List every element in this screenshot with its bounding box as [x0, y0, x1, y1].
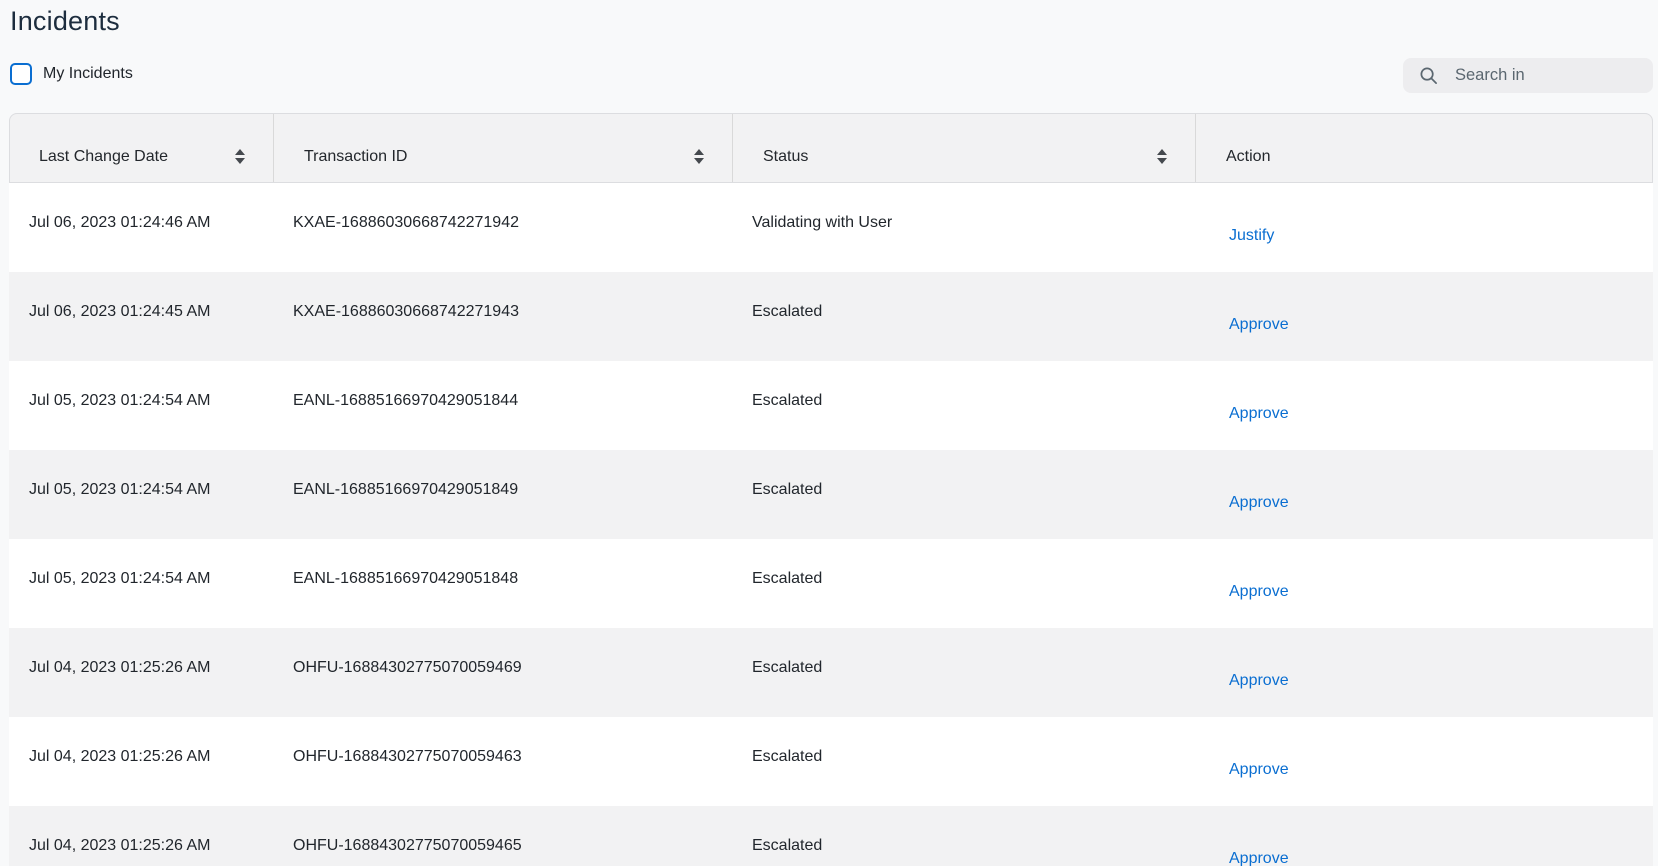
sort-icon [1157, 149, 1167, 164]
cell-transaction-id: EANL-16885166970429051848 [293, 570, 519, 587]
cell-status: Escalated [752, 659, 823, 676]
table-header: Last Change Date Transaction ID Status A… [9, 113, 1653, 183]
cell-transaction-id: OHFU-16884302775070059463 [293, 748, 522, 765]
table-row: Jul 06, 2023 01:24:46 AM KXAE-1688603066… [9, 183, 1653, 272]
table-row: Jul 05, 2023 01:24:54 AM EANL-1688516697… [9, 450, 1653, 539]
cell-last-change-date: Jul 06, 2023 01:24:46 AM [29, 214, 211, 231]
table-row: Jul 05, 2023 01:24:54 AM EANL-1688516697… [9, 361, 1653, 450]
cell-action: Approve [1195, 717, 1653, 806]
cell-status: Escalated [752, 392, 823, 409]
action-link[interactable]: Approve [1229, 850, 1289, 866]
cell-transaction-id: OHFU-16884302775070059465 [293, 837, 522, 854]
column-label: Status [763, 147, 809, 165]
column-label: Action [1226, 147, 1271, 165]
cell-status: Escalated [752, 837, 823, 854]
cell-last-change-date: Jul 05, 2023 01:24:54 AM [29, 570, 211, 587]
cell-status: Escalated [752, 481, 823, 498]
cell-last-change-date: Jul 06, 2023 01:24:45 AM [29, 303, 211, 320]
column-header-action: Action [1195, 113, 1653, 182]
cell-action: Approve [1195, 272, 1653, 361]
my-incidents-filter: My Incidents [10, 63, 133, 85]
cell-status: Escalated [752, 570, 823, 587]
cell-last-change-date: Jul 05, 2023 01:24:54 AM [29, 392, 211, 409]
cell-status: Escalated [752, 748, 823, 765]
sort-icon [694, 149, 704, 164]
column-header-transaction-id[interactable]: Transaction ID [273, 113, 732, 182]
cell-transaction-id: KXAE-16886030668742271942 [293, 214, 519, 231]
cell-action: Approve [1195, 539, 1653, 628]
action-link[interactable]: Approve [1229, 316, 1289, 334]
action-link[interactable]: Approve [1229, 761, 1289, 779]
page-title: Incidents [10, 6, 120, 36]
action-link[interactable]: Justify [1229, 227, 1274, 245]
cell-transaction-id: EANL-16885166970429051844 [293, 392, 519, 409]
action-link[interactable]: Approve [1229, 405, 1289, 423]
cell-action: Approve [1195, 361, 1653, 450]
column-header-last-change-date[interactable]: Last Change Date [9, 113, 273, 182]
table-row: Jul 04, 2023 01:25:26 AM OHFU-1688430277… [9, 717, 1653, 806]
column-label: Transaction ID [304, 147, 408, 165]
action-link[interactable]: Approve [1229, 494, 1289, 512]
action-link[interactable]: Approve [1229, 672, 1289, 690]
my-incidents-label: My Incidents [43, 65, 133, 82]
cell-status: Escalated [752, 303, 823, 320]
cell-action: Justify [1195, 183, 1653, 272]
cell-action: Approve [1195, 806, 1653, 866]
table-row: Jul 05, 2023 01:24:54 AM EANL-1688516697… [9, 539, 1653, 628]
sort-icon [235, 149, 245, 164]
cell-transaction-id: OHFU-16884302775070059469 [293, 659, 522, 676]
cell-last-change-date: Jul 04, 2023 01:25:26 AM [29, 748, 211, 765]
cell-status: Validating with User [752, 214, 893, 231]
cell-last-change-date: Jul 05, 2023 01:24:54 AM [29, 481, 211, 498]
column-label: Last Change Date [39, 147, 168, 165]
cell-last-change-date: Jul 04, 2023 01:25:26 AM [29, 837, 211, 854]
table-body: Jul 06, 2023 01:24:46 AM KXAE-1688603066… [9, 183, 1653, 866]
table-row: Jul 04, 2023 01:25:26 AM OHFU-1688430277… [9, 806, 1653, 866]
incidents-table: Last Change Date Transaction ID Status A… [9, 113, 1653, 866]
search-input[interactable] [1403, 58, 1653, 93]
cell-transaction-id: KXAE-16886030668742271943 [293, 303, 519, 320]
search-box [1403, 58, 1653, 93]
cell-last-change-date: Jul 04, 2023 01:25:26 AM [29, 659, 211, 676]
my-incidents-checkbox[interactable] [10, 63, 32, 85]
table-row: Jul 06, 2023 01:24:45 AM KXAE-1688603066… [9, 272, 1653, 361]
table-row: Jul 04, 2023 01:25:26 AM OHFU-1688430277… [9, 628, 1653, 717]
action-link[interactable]: Approve [1229, 583, 1289, 601]
column-header-status[interactable]: Status [732, 113, 1195, 182]
cell-action: Approve [1195, 628, 1653, 717]
cell-action: Approve [1195, 450, 1653, 539]
cell-transaction-id: EANL-16885166970429051849 [293, 481, 519, 498]
